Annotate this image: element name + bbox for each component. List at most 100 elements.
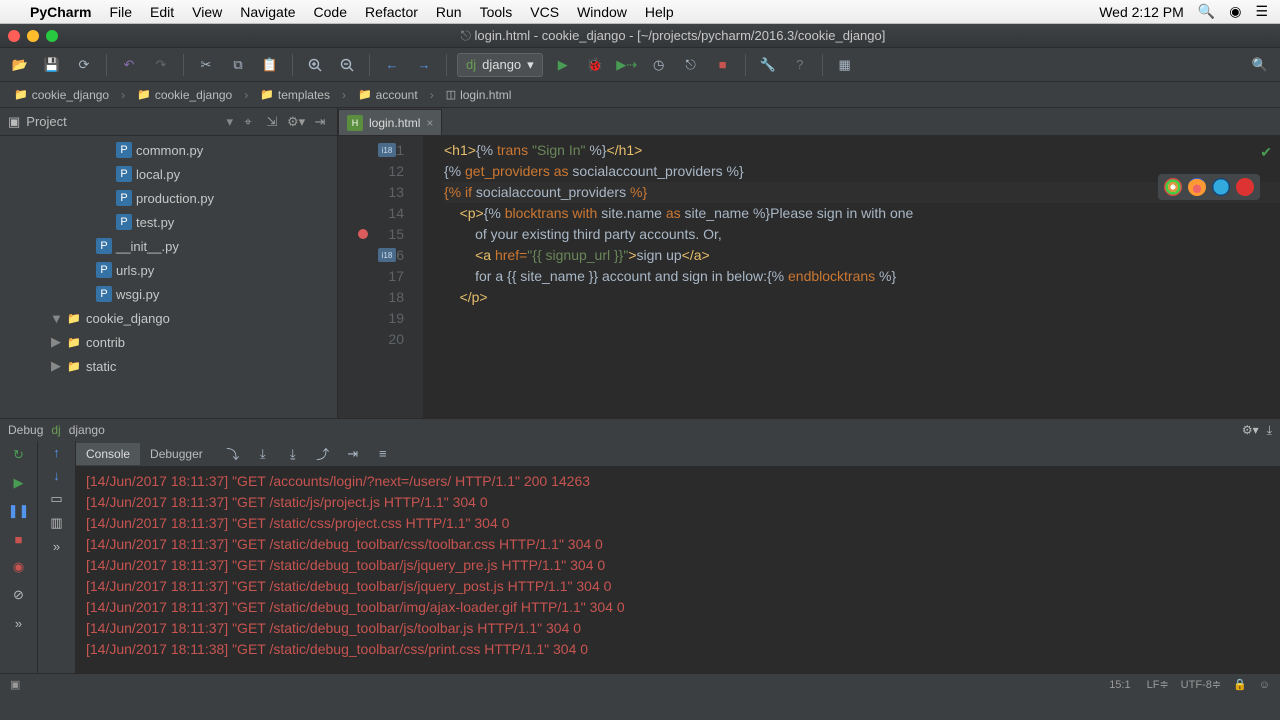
code-editor[interactable]: 11i181213141516i1817181920 <h1>{% trans … <box>338 136 1280 418</box>
menu-code[interactable]: Code <box>314 4 347 20</box>
run-to-cursor-icon[interactable]: ⇥ <box>341 442 365 466</box>
tree-item[interactable]: P production.py <box>0 186 337 210</box>
more2-icon[interactable]: » <box>53 539 60 554</box>
tree-item[interactable]: ▶📁 static <box>0 354 337 378</box>
force-step-into-icon[interactable]: ⤓̱ <box>281 442 305 466</box>
threads-icon[interactable]: ▥ <box>50 515 62 531</box>
tree-item[interactable]: ▼📁 cookie_django <box>0 306 337 330</box>
breakpoint-icon[interactable] <box>358 229 368 239</box>
console-output[interactable]: [14/Jun/2017 18:11:37] "GET /accounts/lo… <box>76 467 1280 673</box>
step-out-icon[interactable]: ⤴ <box>311 442 335 466</box>
close-window-button[interactable] <box>8 30 20 42</box>
stop-debug-icon[interactable]: ■ <box>9 529 29 549</box>
menu-window[interactable]: Window <box>577 4 627 20</box>
tree-item[interactable]: P __init__.py <box>0 234 337 258</box>
chrome-icon[interactable] <box>1164 178 1182 196</box>
copy-icon[interactable]: ⧉ <box>226 53 250 77</box>
hide-icon[interactable]: ⇥ <box>311 114 329 130</box>
breadcrumb-item[interactable]: 📁account <box>352 86 424 104</box>
open-icon[interactable]: 📂 <box>8 53 32 77</box>
locate-icon[interactable]: ⌖ <box>239 114 257 130</box>
menu-file[interactable]: File <box>109 4 132 20</box>
search-everywhere-icon[interactable]: 🔍 <box>1248 53 1272 77</box>
notifications-icon[interactable]: ☰ <box>1255 3 1268 20</box>
firefox-icon[interactable] <box>1188 178 1206 196</box>
step-over-icon[interactable]: ⤵ <box>221 442 245 466</box>
pause-icon[interactable]: ❚❚ <box>9 501 29 521</box>
i18n-icon[interactable]: i18 <box>378 143 396 157</box>
profile-icon[interactable]: ◷ <box>647 53 671 77</box>
breadcrumb-item[interactable]: 📁cookie_django <box>8 86 115 104</box>
evaluate-icon[interactable]: ≡ <box>371 442 395 466</box>
mute-breakpoints-icon[interactable]: ⊘ <box>9 585 29 605</box>
zoom-window-button[interactable] <box>46 30 58 42</box>
coverage-icon[interactable]: ▶⇢ <box>615 53 639 77</box>
paste-icon[interactable]: 📋 <box>258 53 282 77</box>
project-header[interactable]: ▣ Project ▾ ⌖ ⇲ ⚙▾ ⇥ <box>0 108 337 136</box>
view-breakpoints-icon[interactable]: ◉ <box>9 557 29 577</box>
gear-icon[interactable]: ⚙▾ <box>287 114 305 130</box>
redo-icon[interactable]: ↷ <box>149 53 173 77</box>
editor-tab[interactable]: H login.html × <box>338 109 442 135</box>
stop-icon[interactable]: ■ <box>711 53 735 77</box>
caret-position[interactable]: 15:1 <box>1109 679 1130 691</box>
breadcrumb-item[interactable]: 📁templates <box>254 86 336 104</box>
toolwindows-icon[interactable]: ▣ <box>10 678 20 691</box>
menu-navigate[interactable]: Navigate <box>240 4 295 20</box>
down-stack-icon[interactable]: ↓ <box>53 468 60 483</box>
tree-item[interactable]: P local.py <box>0 162 337 186</box>
tree-item[interactable]: P wsgi.py <box>0 282 337 306</box>
breadcrumb-item[interactable]: 📁cookie_django <box>131 86 238 104</box>
save-icon[interactable]: 💾 <box>40 53 64 77</box>
attach-icon[interactable]: ⎋ <box>679 53 703 77</box>
tree-item[interactable]: ▶📁 contrib <box>0 330 337 354</box>
readonly-icon[interactable]: 🔒 <box>1233 678 1247 691</box>
structure-icon[interactable]: ▦ <box>833 53 857 77</box>
debug-label[interactable]: Debug <box>8 423 43 437</box>
menu-tools[interactable]: Tools <box>480 4 513 20</box>
safari-icon[interactable] <box>1212 178 1230 196</box>
zoom-out-icon[interactable] <box>335 53 359 77</box>
line-ending[interactable]: LF≑ <box>1147 678 1169 691</box>
menu-vcs[interactable]: VCS <box>530 4 559 20</box>
tree-item[interactable]: P urls.py <box>0 258 337 282</box>
more-icon[interactable]: » <box>9 613 29 633</box>
debug-icon[interactable]: 🐞 <box>583 53 607 77</box>
encoding[interactable]: UTF-8≑ <box>1181 678 1221 691</box>
console-tab[interactable]: Console <box>76 443 140 465</box>
up-stack-icon[interactable]: ↑ <box>53 445 60 460</box>
zoom-in-icon[interactable] <box>303 53 327 77</box>
step-into-icon[interactable]: ⤓ <box>251 442 275 466</box>
opera-icon[interactable] <box>1236 178 1254 196</box>
frames-icon[interactable]: ▭ <box>50 491 62 507</box>
app-name[interactable]: PyCharm <box>30 4 91 20</box>
siri-icon[interactable]: ◉ <box>1229 3 1241 20</box>
run-icon[interactable]: ▶ <box>551 53 575 77</box>
forward-icon[interactable]: → <box>412 53 436 77</box>
debugger-tab[interactable]: Debugger <box>140 443 213 465</box>
spotlight-icon[interactable]: 🔍 <box>1198 3 1215 20</box>
tree-item[interactable]: P common.py <box>0 138 337 162</box>
menu-help[interactable]: Help <box>645 4 674 20</box>
menu-view[interactable]: View <box>192 4 222 20</box>
help-icon[interactable]: ? <box>788 53 812 77</box>
tree-item[interactable]: P test.py <box>0 210 337 234</box>
hector-icon[interactable]: ☺ <box>1259 679 1270 691</box>
menu-refactor[interactable]: Refactor <box>365 4 418 20</box>
resume-icon[interactable]: ▶ <box>9 473 29 493</box>
close-tab-icon[interactable]: × <box>426 116 433 130</box>
cut-icon[interactable]: ✂ <box>194 53 218 77</box>
menu-edit[interactable]: Edit <box>150 4 174 20</box>
undo-icon[interactable]: ↶ <box>117 53 141 77</box>
sync-icon[interactable]: ⟳ <box>72 53 96 77</box>
debug-hide-icon[interactable]: ⤓ <box>1267 423 1272 438</box>
collapse-icon[interactable]: ⇲ <box>263 114 281 130</box>
inspection-ok-icon[interactable]: ✔ <box>1260 142 1272 163</box>
settings-icon[interactable]: 🔧 <box>756 53 780 77</box>
i18n-icon[interactable]: i18 <box>378 248 396 262</box>
run-config-selector[interactable]: djdjango▾ <box>457 53 543 77</box>
debug-config[interactable]: django <box>69 423 105 437</box>
debug-gear-icon[interactable]: ⚙▾ <box>1242 423 1259 437</box>
breadcrumb-item[interactable]: ◫login.html <box>440 86 518 104</box>
rerun-icon[interactable]: ↻ <box>9 445 29 465</box>
